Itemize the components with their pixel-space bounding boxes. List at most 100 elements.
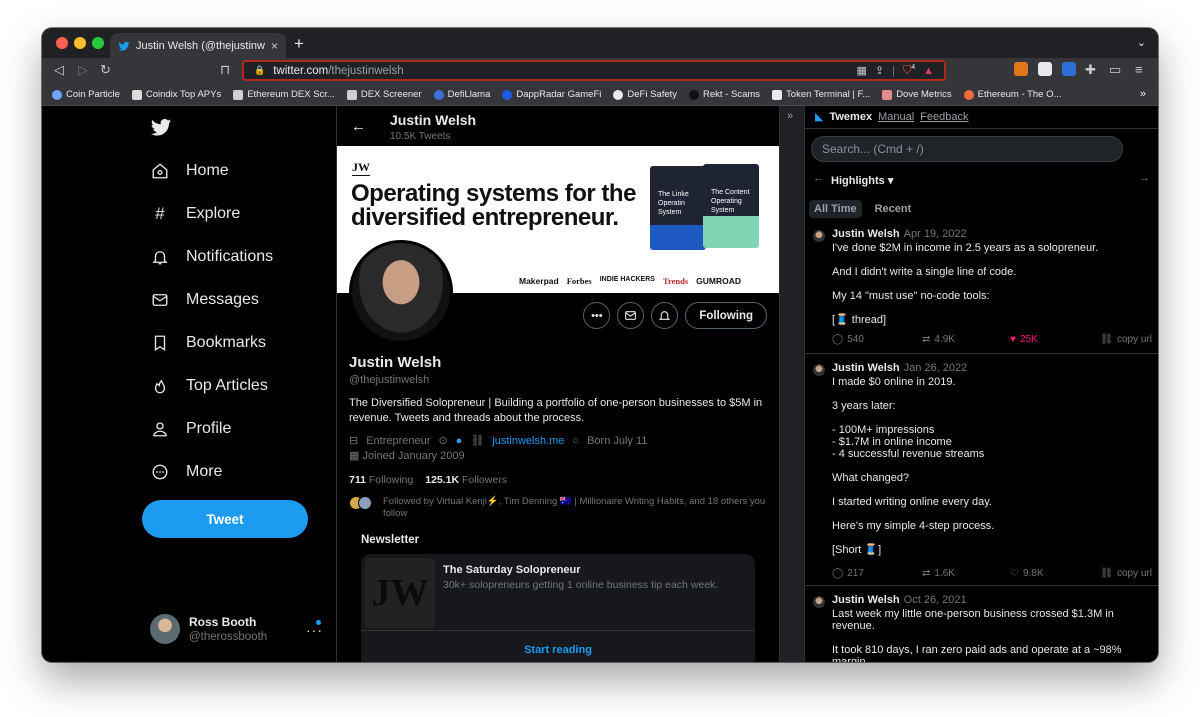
divider [361,630,755,631]
nav-item-notifications[interactable]: Notifications [150,247,273,267]
highlights-tabs: All Time Recent [809,200,916,218]
banner-monogram: JW [352,160,370,176]
twemex-brand: Twemex [829,110,873,123]
avatar [150,614,180,644]
bookmark-item[interactable]: Dove Metrics [882,89,952,100]
start-reading-link[interactable]: Start reading [361,644,755,656]
share-icon[interactable]: ⇪ [875,64,884,77]
newsletter-card[interactable]: JW The Saturday Solopreneur 30k+ solopre… [361,554,755,662]
profile-column: ← Justin Welsh 10.5K Tweets JW Operating… [336,106,780,662]
bookmark-icon[interactable]: ⊓ [220,62,230,78]
double-chevron-right-icon[interactable]: » [787,110,793,122]
profile-avatar[interactable] [349,240,453,344]
bookmark-item[interactable]: Ethereum - The O... [963,89,1061,100]
link-icon: ⛓ [1100,334,1113,345]
message-button[interactable] [617,302,645,329]
qr-code-icon[interactable]: ▦ [856,64,866,77]
nav-item-explore[interactable]: # Explore [150,204,240,224]
extensions-puzzle-icon[interactable]: ✚ [1085,62,1096,78]
bookmark-item[interactable]: DEX Screener [346,89,422,100]
metamask-fox-icon[interactable] [1014,62,1028,76]
like-count[interactable]: ♥ 25K [1010,334,1098,345]
highlight-tweet[interactable]: Justin Welsh Oct 26, 2021 Last week my li… [805,592,1158,662]
heart-icon: ♥ [1010,334,1016,345]
reply-count[interactable]: ◯ 540 [832,334,922,345]
feedback-link[interactable]: Feedback [920,111,968,123]
forward-arrow-icon[interactable]: ▷ [78,62,88,78]
retweet-count[interactable]: ⇄ 4.9K [922,334,1010,345]
highlight-tweet[interactable]: Justin Welsh Apr 19, 2022 I've done $2M i… [805,226,1158,354]
notify-button[interactable] [651,302,679,329]
sidebar-collapse-strip[interactable]: » [780,106,804,662]
highlight-tweet[interactable]: Justin Welsh Jan 26, 2022 I made $0 onlin… [805,360,1158,586]
nav-item-profile[interactable]: Profile [150,419,231,439]
close-window-button[interactable] [56,37,68,49]
nav-item-top-articles[interactable]: Top Articles [150,376,268,396]
followed-by[interactable]: Followed by Virtual Kenji⚡, Tim Denning … [349,496,769,520]
avatar [813,230,825,242]
minimize-window-button[interactable] [74,37,86,49]
nav-item-more[interactable]: More [150,462,222,482]
back-arrow-icon[interactable]: ◁ [54,62,64,78]
reply-icon: ◯ [832,334,844,345]
bookmark-item[interactable]: Token Terminal | F... [772,89,870,100]
arrow-right-icon[interactable]: → [1139,172,1150,184]
manual-link[interactable]: Manual [878,111,914,123]
tab-close-icon[interactable]: × [271,39,278,53]
tab-search-chevron-icon[interactable]: ⌄ [1137,36,1146,49]
tweet-button[interactable]: Tweet [142,500,308,538]
nav-item-home[interactable]: Home [150,161,229,181]
reply-count[interactable]: ◯ 217 [832,568,922,579]
tweet-date: Apr 19, 2022 [903,228,967,240]
highlights-dropdown[interactable]: Highlights ▾ [831,174,893,187]
extension-panel-icon[interactable] [1062,62,1076,76]
link-icon: ⛓ [470,435,485,447]
more-options-button[interactable]: ••• [583,302,611,329]
nav-item-bookmarks[interactable]: Bookmarks [150,333,266,353]
browser-menu-icon[interactable]: ≡ [1135,62,1143,77]
notion-icon[interactable] [1038,62,1052,76]
nav-item-messages[interactable]: Messages [150,290,259,310]
copy-url-link[interactable]: ⛓ copy url [1100,568,1152,579]
following-button[interactable]: Following [685,302,767,329]
tweet-author: Justin Welsh [832,228,900,240]
twemex-search-input[interactable]: Search... (Cmd + /) [811,136,1123,162]
account-switcher[interactable]: Ross Booth @therossbooth [150,614,267,644]
like-count[interactable]: ♡ 9.8K [1010,568,1098,579]
profile-website-link[interactable]: justinwelsh.me [492,435,564,447]
bookmark-item[interactable]: DappRadar GameFi [502,89,601,100]
bookmark-item[interactable]: Rekt - Scams [689,89,760,100]
tab-recent[interactable]: Recent [870,200,917,218]
brave-shield-icon[interactable]: ⛉4 [903,64,915,78]
reload-icon[interactable]: ↻ [100,62,111,78]
account-more-icon[interactable]: ··· [306,622,323,638]
briefcase-icon: ⊟ [349,435,359,447]
arrow-left-icon[interactable]: ← [813,172,824,184]
nav-label: Explore [186,205,241,222]
bookmark-item[interactable]: Coin Particle [52,89,120,100]
bookmark-item[interactable]: Ethereum DEX Scr... [233,89,335,100]
copy-url-link[interactable]: ⛓ copy url [1100,334,1152,345]
twitter-logo-icon[interactable] [150,116,172,138]
browser-toolbar: ◁ ▷ ↻ ⊓ 🔒 twitter.com/thejustinwelsh ▦ ⇪… [42,58,1158,84]
tab-all-time[interactable]: All Time [809,200,862,218]
bookmarks-bar: Coin Particle Coindix Top APYs Ethereum … [42,84,1158,106]
hashtag-icon: # [155,204,165,223]
nav-label: Messages [186,291,259,308]
rekt-icon [689,89,700,100]
retweet-count[interactable]: ⇄ 1.6K [922,568,1010,579]
new-tab-button[interactable]: + [294,34,304,54]
bookmark-item[interactable]: DeFi Safety [613,89,677,100]
brave-rewards-icon[interactable]: ▲ [923,65,934,77]
address-bar[interactable]: 🔒 twitter.com/thejustinwelsh ▦ ⇪ | ⛉4 ▲ [242,60,946,81]
bookmark-item[interactable]: DefiLlama [433,89,490,100]
following-link[interactable]: 711 Following [349,474,413,486]
followers-link[interactable]: 125.1K Followers [425,474,507,486]
back-arrow-icon[interactable]: ← [351,118,366,135]
bookmark-item[interactable]: Coindix Top APYs [131,89,221,100]
browser-tab[interactable]: Justin Welsh (@thejustinwelsh) / Twitter… [110,33,286,58]
bookmarks-overflow-button[interactable]: » [1140,88,1146,100]
wallet-icon[interactable]: ▭ [1109,62,1121,78]
maximize-window-button[interactable] [92,37,104,49]
heart-outline-icon: ♡ [1010,568,1019,579]
